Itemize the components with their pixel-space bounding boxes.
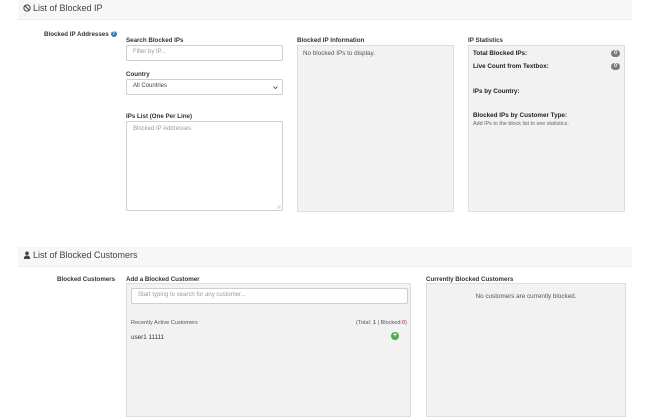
live-count-badge: 0 [611, 63, 620, 70]
live-count-label: Live Count from Textbox: [473, 63, 549, 70]
question-icon[interactable]: ? [110, 31, 117, 38]
add-blocked-customer-title: Add a Blocked Customer [126, 276, 200, 283]
ip-statistics-title: IP Statistics [468, 37, 503, 44]
blocked-ip-info-title: Blocked IP Information [297, 37, 365, 44]
plus-circle-icon[interactable]: + [391, 332, 399, 340]
resize-handle-icon[interactable] [276, 204, 281, 209]
total-blocked-ips-badge: 0 [611, 50, 620, 57]
blocked-prefix: Blocked: [380, 320, 402, 326]
ips-by-customer-type-label: Blocked IPs by Customer Type: [473, 112, 568, 119]
ips-list-label: IPs List (One Per Line) [126, 113, 193, 120]
blocked-ip-title-text: List of Blocked IP [33, 3, 103, 13]
blocked-customers-title-text: List of Blocked Customers [33, 250, 138, 260]
customer-counts: (Total: 1 | Blocked:0) [356, 320, 407, 326]
blocked-customers-row-label: Blocked Customers [57, 276, 116, 283]
total-count: 1 [372, 320, 376, 326]
country-selected-value: All Countries [133, 83, 168, 89]
blocked-ip-panel-header: List of Blocked IP [18, 0, 632, 20]
search-blocked-ips-label: Search Blocked IPs [126, 37, 184, 44]
search-blocked-ips-input[interactable]: Filter by IP... [126, 45, 283, 61]
count-separator: | [377, 320, 379, 326]
total-prefix: (Total: [356, 320, 372, 326]
currently-blocked-title: Currently Blocked Customers [426, 276, 514, 283]
blocked-ip-panel-title: List of Blocked IP [23, 3, 103, 13]
close-paren: ) [405, 320, 407, 326]
chevron-down-icon [273, 86, 278, 90]
ban-icon [23, 4, 31, 12]
ips-by-country-label: IPs by Country: [473, 88, 520, 95]
currently-blocked-empty: No customers are currently blocked. [475, 293, 577, 300]
blocked-ip-info-box: No blocked IPs to display. [297, 45, 454, 212]
blocked-ip-row-label: Blocked IP Addresses? [44, 31, 117, 38]
customer-list-item[interactable]: user1 11111 [131, 334, 164, 341]
recent-customers-label: Recently Active Customers [131, 320, 198, 326]
currently-blocked-box: No customers are currently blocked. [426, 283, 626, 417]
customer-search-input[interactable]: Start typing to search for any customer.… [131, 288, 408, 304]
blocked-customers-panel-header: List of Blocked Customers [18, 247, 632, 267]
ips-list-textarea[interactable]: Blocked IP Addresses [126, 121, 283, 211]
country-label: Country [126, 71, 150, 78]
total-blocked-ips-label: Total Blocked IPs: [473, 50, 528, 57]
user-icon [23, 251, 31, 259]
blocked-customers-panel-title: List of Blocked Customers [23, 250, 138, 260]
country-select[interactable]: All Countries [126, 79, 283, 95]
add-blocked-customer-box: Start typing to search for any customer.… [126, 283, 411, 417]
blocked-ip-row-label-text: Blocked IP Addresses [44, 31, 109, 38]
ip-statistics-hint: Add IPs to the block list to see statist… [473, 121, 569, 127]
ip-statistics-box: Total Blocked IPs: 0 Live Count from Tex… [468, 45, 625, 212]
blocked-ip-info-empty: No blocked IPs to display. [303, 50, 375, 57]
